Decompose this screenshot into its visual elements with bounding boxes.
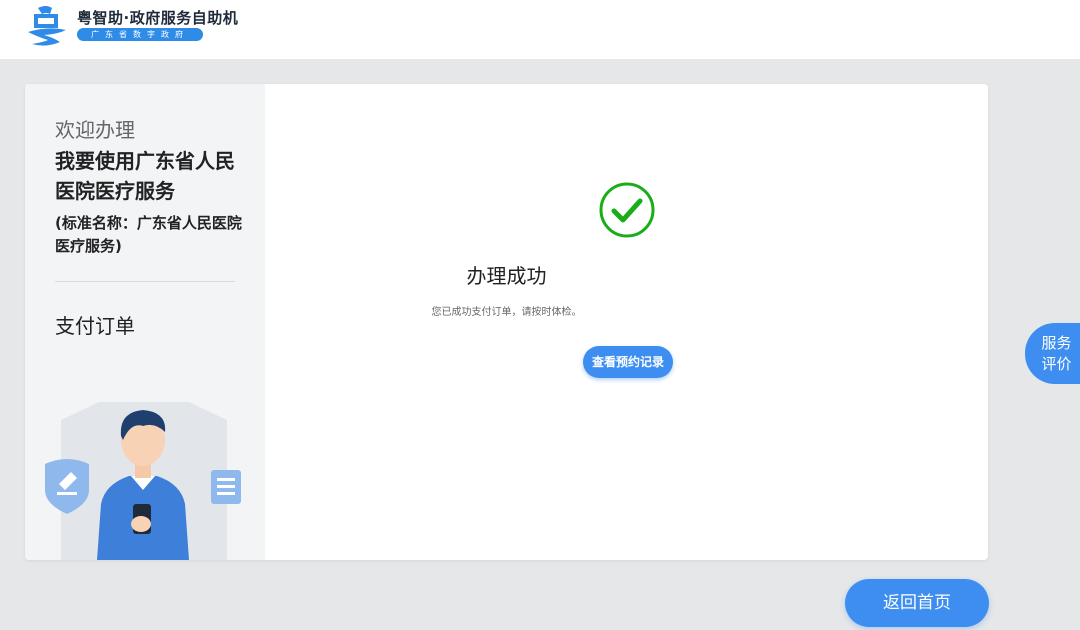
service-rating-button[interactable]: 服务 评价 [1025,323,1080,384]
check-circle-icon [599,182,655,238]
rating-label-line1: 服务 [1041,333,1072,352]
view-records-button[interactable]: 查看预约记录 [583,346,673,378]
service-standard-name: (标准名称：广东省人民医院医疗服务) [55,214,242,255]
brand-subtitle: 广东省数字政府 [77,28,203,41]
return-home-button[interactable]: 返回首页 [845,579,989,627]
sidebar: 欢迎办理 我要使用广东省人民医院医疗服务 (标准名称：广东省人民医院医疗服务) … [25,84,265,560]
main-card: 欢迎办理 我要使用广东省人民医院医疗服务 (标准名称：广东省人民医院医疗服务) … [25,84,988,560]
service-title: 我要使用广东省人民医院医疗服务 [55,149,235,203]
yue-logo-icon [28,6,66,46]
service-staff-illustration [45,402,241,560]
top-bar: 粤智助·政府服务自助机 广东省数字政府 [0,0,1080,59]
rating-label-line2: 评价 [1041,354,1072,373]
result-title: 办理成功 [466,264,547,288]
welcome-label: 欢迎办理 [55,118,135,142]
brand-title: 粤智助·政府服务自助机 [77,9,239,27]
result-description: 您已成功支付订单，请按时体检。 [431,307,582,318]
